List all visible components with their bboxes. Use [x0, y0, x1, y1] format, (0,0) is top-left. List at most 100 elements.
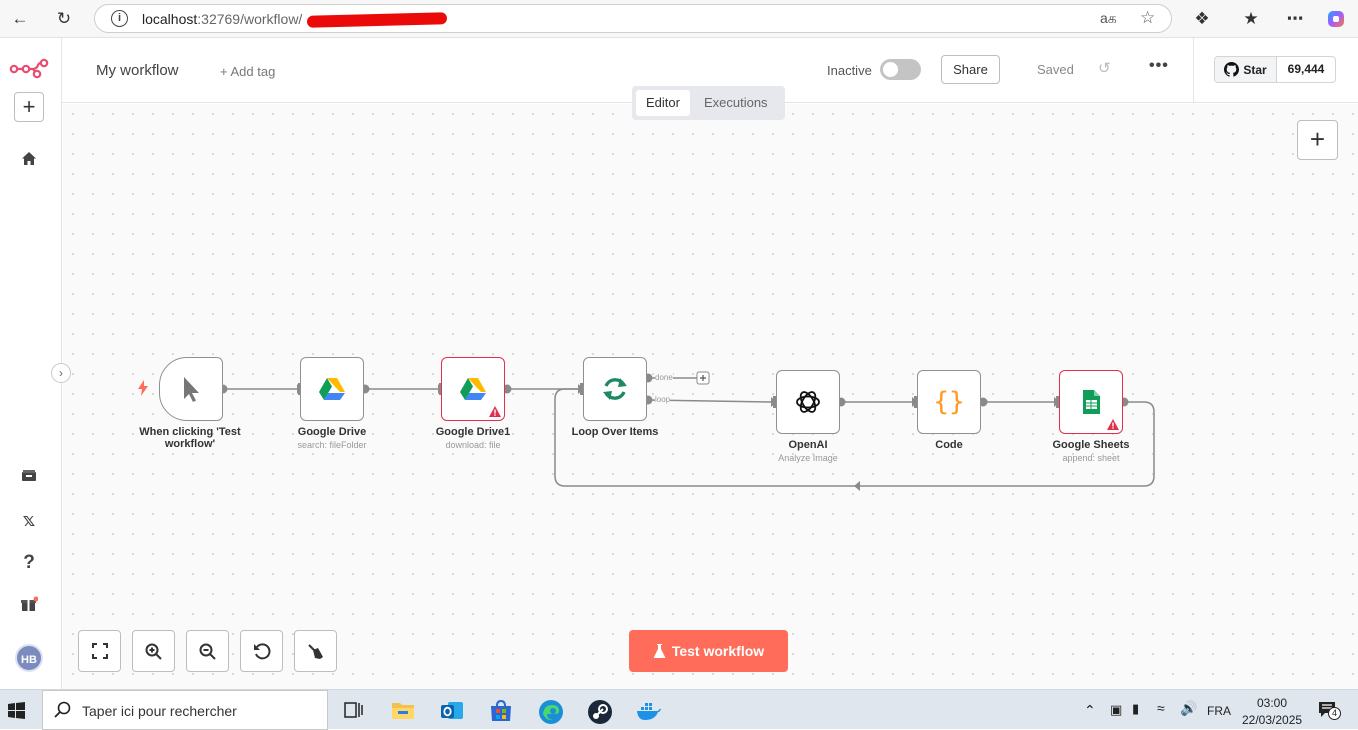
google-drive-icon [319, 378, 345, 400]
copilot-icon[interactable] [1325, 8, 1347, 30]
node-label: Loop Over Items [571, 426, 659, 438]
node-label: Google Drive1 [435, 426, 511, 438]
edge-browser-icon[interactable] [538, 699, 563, 724]
steam-icon[interactable] [587, 699, 612, 724]
user-avatar[interactable]: HB [15, 644, 43, 672]
notification-count: 4 [1328, 707, 1341, 720]
back-icon[interactable]: ← [9, 8, 31, 30]
workflow-canvas[interactable] [63, 104, 1358, 689]
redaction-mark [306, 12, 448, 28]
language-indicator[interactable]: FRA [1207, 704, 1231, 718]
share-button[interactable]: Share [941, 55, 1000, 84]
microsoft-store-icon[interactable] [489, 699, 513, 723]
create-button[interactable]: + [14, 92, 44, 122]
code-icon: {} [933, 387, 965, 417]
node-label: Google Drive [297, 426, 367, 438]
warning-icon [1107, 419, 1119, 430]
github-star-label: Star [1243, 62, 1267, 77]
url-text: localhost:32769/workflow/ [142, 11, 303, 27]
loop-icon [603, 378, 627, 400]
address-bar[interactable]: i localhost:32769/workflow/ aக ☆ [94, 4, 1172, 33]
taskbar-search-box[interactable]: Taper ici pour rechercher [42, 690, 328, 730]
activation-toggle[interactable] [880, 59, 921, 80]
extensions-icon[interactable]: ❖ [1191, 8, 1213, 30]
tidy-up-button[interactable] [294, 630, 337, 672]
node-subtitle: Analyze Image [778, 453, 838, 463]
meet-now-icon[interactable]: ▣ [1110, 702, 1122, 718]
tab-executions[interactable]: Executions [694, 90, 778, 116]
zoom-to-fit-button[interactable] [78, 630, 121, 672]
reload-icon[interactable]: ↻ [53, 8, 75, 30]
node-subtitle: download: file [445, 440, 501, 450]
clock-date[interactable]: 22/03/2025 [1242, 713, 1302, 727]
github-star-button[interactable]: Star [1215, 57, 1277, 82]
windows-start-icon[interactable] [8, 702, 25, 724]
github-icon [1224, 62, 1240, 77]
editor-tabs: Editor Executions [632, 86, 785, 120]
cursor-icon [184, 377, 199, 402]
node-google-sheets[interactable] [1059, 370, 1123, 434]
volume-icon[interactable]: 🔊 [1180, 700, 1197, 717]
zoom-out-icon [199, 643, 216, 660]
activation-status-label: Inactive [827, 63, 872, 78]
reset-zoom-button[interactable] [240, 630, 283, 672]
read-aloud-icon[interactable]: aக [1100, 10, 1117, 29]
node-manual-trigger[interactable] [159, 357, 223, 421]
help-icon[interactable]: ? [13, 547, 45, 579]
expand-sidebar-button[interactable]: › [51, 363, 71, 383]
undo-icon [253, 642, 270, 659]
home-icon[interactable] [13, 142, 45, 174]
favorites-icon[interactable]: ★ [1240, 8, 1262, 30]
file-explorer-icon[interactable] [391, 699, 415, 723]
workflow-title[interactable]: My workflow [96, 62, 179, 79]
history-icon[interactable]: ↺ [1098, 59, 1111, 77]
node-openai[interactable] [776, 370, 840, 434]
test-workflow-label: Test workflow [671, 643, 765, 659]
templates-icon[interactable] [13, 460, 45, 492]
task-view-icon[interactable] [342, 699, 366, 723]
tab-editor[interactable]: Editor [636, 90, 690, 116]
browser-toolbar: ← ↻ i localhost:32769/workflow/ aக ☆ ❖ ★… [0, 0, 1358, 38]
more-options-icon[interactable]: ••• [1149, 57, 1169, 75]
search-icon [54, 701, 72, 724]
test-workflow-button[interactable]: Test workflow [629, 630, 788, 672]
battery-icon[interactable]: ▮ [1132, 701, 1139, 717]
github-star-widget[interactable]: Star 69,444 [1214, 56, 1336, 83]
whats-new-gift-icon[interactable] [13, 588, 45, 620]
n8n-logo-icon[interactable] [8, 52, 50, 84]
google-drive-icon [460, 378, 486, 400]
openai-icon [796, 391, 820, 413]
loop-output-label: loop [655, 395, 671, 404]
add-node-button[interactable]: + [1297, 120, 1338, 160]
variables-icon[interactable]: 𝕩 [13, 504, 45, 536]
left-sidebar: + 𝕩 ? HB [0, 38, 62, 689]
tray-chevron-icon[interactable]: ⌃ [1084, 702, 1096, 719]
favorite-star-icon[interactable]: ☆ [1140, 8, 1155, 28]
header-divider [1193, 38, 1194, 102]
node-google-drive1[interactable] [441, 357, 505, 421]
docker-icon[interactable] [636, 699, 661, 723]
taskbar-search-placeholder: Taper ici pour rechercher [82, 703, 237, 719]
github-star-count[interactable]: 69,444 [1277, 57, 1335, 82]
zoom-out-button[interactable] [186, 630, 229, 672]
node-label: When clicking 'Test workflow' [139, 426, 241, 450]
node-label: Code [935, 439, 963, 451]
node-code[interactable]: {} [917, 370, 981, 434]
trigger-bolt-icon [137, 380, 149, 401]
clock-time[interactable]: 03:00 [1257, 696, 1287, 710]
outlook-icon[interactable] [440, 699, 464, 723]
warning-icon [489, 406, 501, 417]
notification-icon[interactable]: 4 [1318, 700, 1341, 725]
zoom-in-button[interactable] [132, 630, 175, 672]
done-output-label: done [655, 373, 673, 382]
flask-icon [653, 644, 666, 658]
site-info-icon[interactable]: i [111, 10, 128, 27]
zoom-in-icon [145, 643, 162, 660]
node-loop-over-items[interactable] [583, 357, 647, 421]
google-sheets-icon [1083, 390, 1100, 414]
menu-dots-icon[interactable]: ⋯ [1284, 8, 1306, 30]
node-google-drive[interactable] [300, 357, 364, 421]
add-tag-link[interactable]: + Add tag [220, 64, 275, 79]
wifi-icon[interactable]: ≈ [1157, 700, 1165, 716]
saved-status: Saved [1037, 62, 1074, 77]
